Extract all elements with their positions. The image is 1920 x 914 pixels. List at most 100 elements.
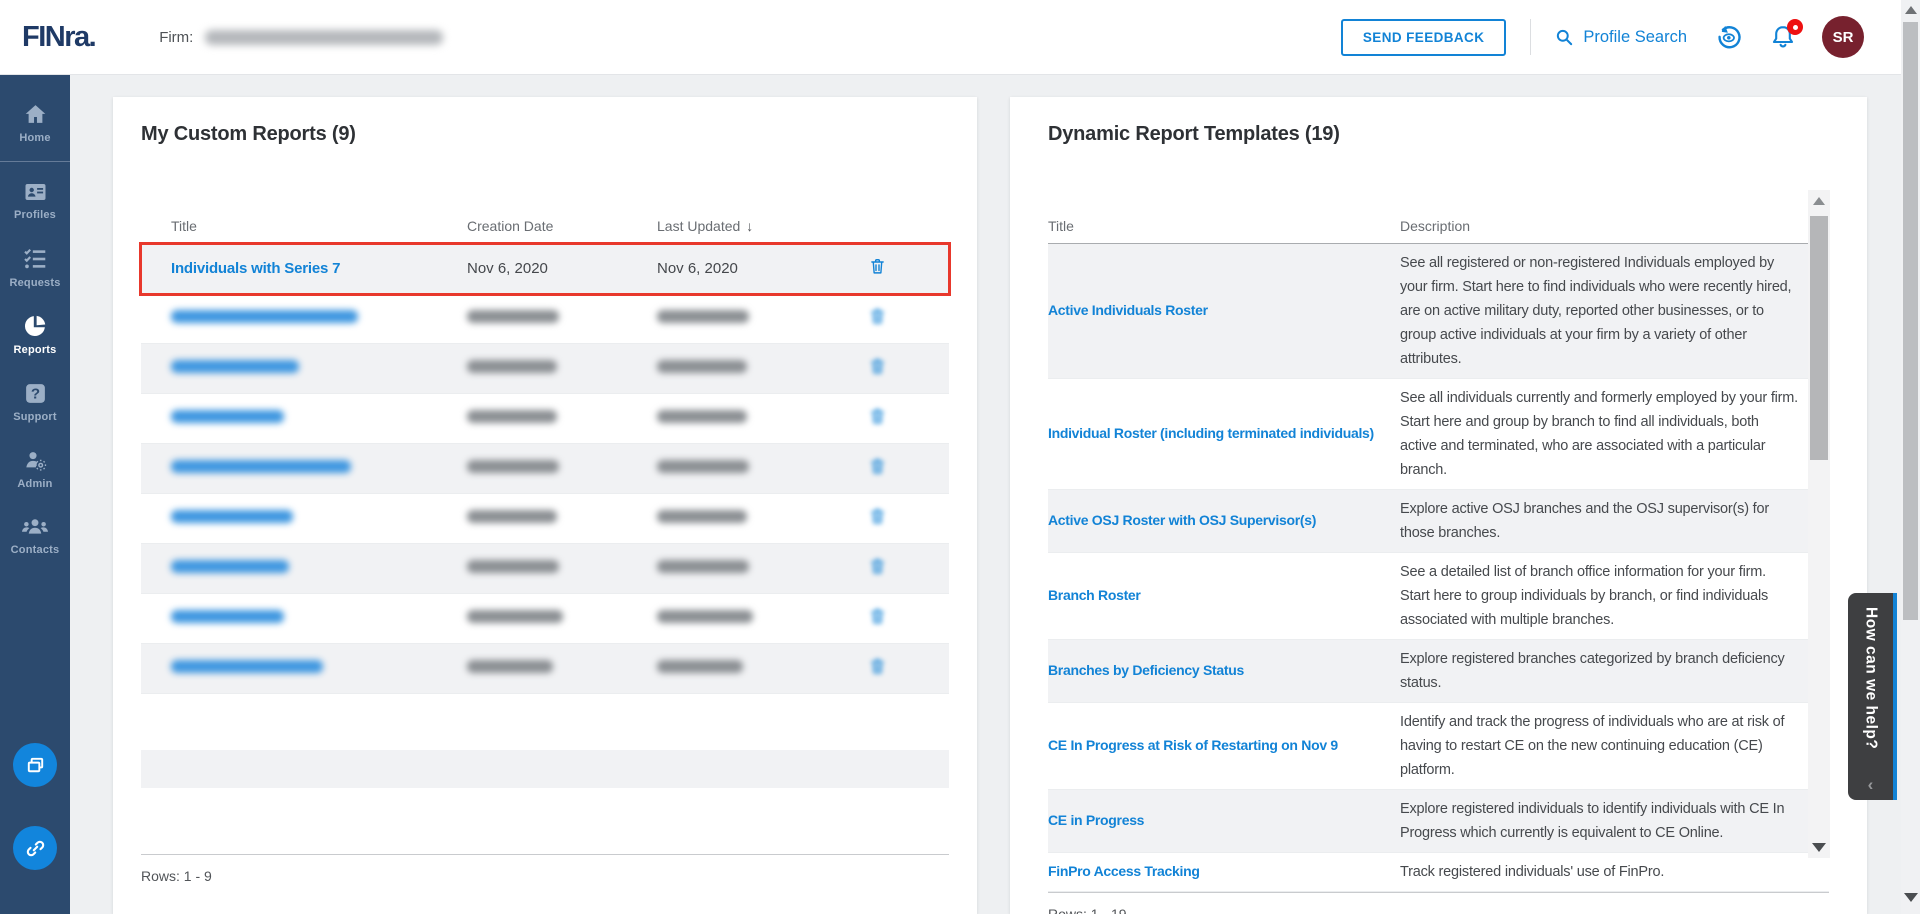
send-feedback-button[interactable]: SEND FEEDBACK (1341, 19, 1506, 56)
table-row[interactable]: CE In Progress at Risk of Restarting on … (1048, 703, 1829, 790)
table-row[interactable]: Individuals with Series 7 Nov 6, 2020 No… (141, 244, 949, 294)
trash-icon[interactable] (870, 662, 885, 679)
trash-icon[interactable] (870, 512, 885, 529)
sidebar-item-contacts[interactable]: Contacts (0, 502, 70, 569)
finra-logo[interactable]: FINra. (22, 21, 95, 54)
scroll-up-arrow-icon[interactable] (1905, 6, 1917, 14)
table-header: Title Creation Date Last Updated↓ (141, 218, 949, 244)
search-icon (1555, 28, 1574, 47)
redacted-date (467, 360, 557, 373)
redacted-report-title (171, 660, 323, 673)
column-header-title[interactable]: Title (141, 218, 467, 234)
rows-count-footer: Rows: 1 - 19 (1048, 892, 1829, 914)
scrollbar-thumb[interactable] (1903, 22, 1918, 620)
link-icon (24, 837, 47, 860)
table-row[interactable]: Branches by Deficiency Status Explore re… (1048, 640, 1829, 703)
history-icon (1715, 24, 1742, 51)
table-row-redacted[interactable] (141, 544, 949, 594)
sidebar-item-label: Admin (17, 478, 52, 490)
template-link[interactable]: Branch Roster (1048, 587, 1141, 603)
trash-icon[interactable] (870, 462, 885, 479)
notification-badge (1787, 19, 1803, 35)
svg-text:?: ? (30, 385, 39, 402)
sidebar-item-label: Profiles (14, 209, 56, 221)
scroll-down-arrow-icon[interactable] (1904, 893, 1918, 902)
table-row[interactable]: Active OSJ Roster with OSJ Supervisor(s)… (1048, 490, 1829, 553)
table-row[interactable]: Individual Roster (including terminated … (1048, 379, 1829, 490)
chevron-left-icon: ‹ (1848, 775, 1893, 795)
rows-count-footer: Rows: 1 - 9 (141, 854, 949, 914)
template-link[interactable]: CE in Progress (1048, 812, 1144, 828)
sidebar-item-profiles[interactable]: Profiles (0, 167, 70, 234)
sidebar-divider (0, 161, 70, 162)
report-link[interactable]: Individuals with Series 7 (171, 260, 340, 277)
profile-search-label: Profile Search (1583, 28, 1687, 47)
avatar[interactable]: SR (1822, 16, 1864, 58)
notifications-button[interactable] (1770, 24, 1796, 50)
template-link[interactable]: CE In Progress at Risk of Restarting on … (1048, 737, 1338, 753)
browser-scrollbar[interactable] (1901, 0, 1920, 914)
trash-icon[interactable] (870, 312, 885, 329)
redacted-date (467, 310, 559, 323)
help-tab[interactable]: How can we help? ‹ (1848, 593, 1893, 800)
dynamic-report-templates-panel: Dynamic Report Templates (19) Title Desc… (1010, 97, 1867, 914)
trash-icon[interactable] (870, 262, 885, 279)
template-link[interactable]: Individual Roster (including terminated … (1048, 425, 1374, 441)
template-link[interactable]: Branches by Deficiency Status (1048, 662, 1244, 678)
template-description: See a detailed list of branch office inf… (1400, 564, 1768, 628)
template-link[interactable]: FinPro Access Tracking (1048, 863, 1200, 879)
sidebar-item-label: Reports (14, 344, 57, 356)
header-actions: SEND FEEDBACK Profile Search (1341, 16, 1864, 58)
templates-scrollbar[interactable] (1808, 190, 1830, 858)
scroll-up-arrow-icon[interactable] (1813, 197, 1825, 205)
table-row[interactable]: FinPro Access Tracking Track registered … (1048, 853, 1829, 892)
sidebar-item-admin[interactable]: Admin (0, 435, 70, 502)
firm-name-redacted (205, 30, 443, 45)
template-description: Identify and track the progress of indiv… (1400, 714, 1784, 778)
help-tab-accent (1893, 593, 1897, 800)
column-header-description: Description (1400, 218, 1829, 234)
table-row-redacted[interactable] (141, 394, 949, 444)
scrollbar-thumb[interactable] (1810, 216, 1828, 460)
template-link[interactable]: Active OSJ Roster with OSJ Supervisor(s) (1048, 512, 1316, 528)
sidebar: Home Profiles Requests Reports ? Support (0, 75, 70, 914)
sidebar-item-requests[interactable]: Requests (0, 234, 70, 301)
template-description: Explore active OSJ branches and the OSJ … (1400, 501, 1769, 541)
column-header-creation-date[interactable]: Creation Date (467, 218, 657, 234)
table-row[interactable]: CE in Progress Explore registered indivi… (1048, 790, 1829, 853)
creation-date: Nov 6, 2020 (467, 260, 548, 277)
redacted-date (657, 510, 747, 523)
template-description: See all individuals currently and former… (1400, 390, 1798, 478)
table-row-redacted[interactable] (141, 344, 949, 394)
my-custom-reports-panel: My Custom Reports (9) Title Creation Dat… (113, 97, 977, 914)
trash-icon[interactable] (870, 562, 885, 579)
scroll-down-arrow-icon[interactable] (1812, 843, 1826, 852)
redacted-report-title (171, 560, 289, 573)
template-description: Track registered individuals' use of Fin… (1400, 864, 1664, 880)
profile-search-link[interactable]: Profile Search (1555, 28, 1687, 47)
column-header-last-updated[interactable]: Last Updated↓ (657, 218, 847, 234)
redacted-date (467, 610, 563, 623)
template-description: Explore registered branches categorized … (1400, 651, 1785, 691)
sidebar-item-home[interactable]: Home (0, 89, 70, 156)
table-row-redacted[interactable] (141, 494, 949, 544)
multi-window-button[interactable] (13, 743, 57, 787)
sidebar-item-support[interactable]: ? Support (0, 368, 70, 435)
redacted-date (467, 510, 557, 523)
firm-label: Firm: (159, 29, 193, 46)
table-row[interactable]: Branch Roster See a detailed list of bra… (1048, 553, 1829, 640)
admin-icon (22, 448, 49, 473)
template-link[interactable]: Active Individuals Roster (1048, 302, 1208, 318)
trash-icon[interactable] (870, 412, 885, 429)
sidebar-item-reports[interactable]: Reports (0, 301, 70, 368)
quick-links-button[interactable] (13, 826, 57, 870)
history-button[interactable] (1715, 24, 1742, 51)
table-row[interactable]: Active Individuals Roster See all regist… (1048, 244, 1829, 379)
table-row-redacted[interactable] (141, 294, 949, 344)
table-row-redacted[interactable] (141, 644, 949, 694)
firm-context: Firm: (159, 29, 443, 46)
table-row-redacted[interactable] (141, 594, 949, 644)
table-row-redacted[interactable] (141, 444, 949, 494)
trash-icon[interactable] (870, 612, 885, 629)
trash-icon[interactable] (870, 362, 885, 379)
